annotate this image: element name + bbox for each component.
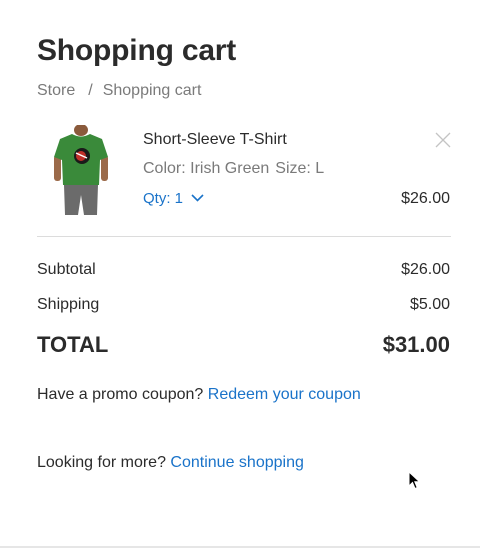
subtotal-label: Subtotal	[37, 261, 96, 278]
redeem-coupon-link[interactable]: Redeem your coupon	[208, 386, 361, 403]
quantity-dropdown[interactable]: Qty: 1	[143, 189, 204, 209]
continue-prompt: Looking for more?	[37, 454, 166, 471]
item-price: $26.00	[401, 190, 450, 207]
total-value: $31.00	[382, 332, 450, 357]
item-name[interactable]: Short-Sleeve T-Shirt	[143, 130, 287, 150]
subtotal-value: $26.00	[401, 261, 450, 278]
item-size: Size: L	[275, 160, 325, 177]
page-title: Shopping cart	[37, 34, 237, 67]
promo-prompt: Have a promo coupon?	[37, 386, 204, 403]
quantity-label: Qty: 1	[143, 190, 184, 207]
promo-line: Have a promo coupon? Redeem your coupon	[37, 385, 361, 405]
continue-shopping-link[interactable]: Continue shopping	[170, 454, 303, 471]
shopping-cart-page: Shopping cart Store / Shopping cart Short-…	[0, 0, 480, 548]
breadcrumb-separator: /	[88, 82, 93, 99]
product-image[interactable]	[52, 124, 110, 215]
mouse-pointer-icon	[408, 471, 421, 490]
total-label: TOTAL	[37, 332, 109, 357]
shipping-label: Shipping	[37, 296, 100, 313]
breadcrumb-store-link[interactable]: Store	[37, 82, 75, 99]
item-options: Color: Irish Green Size: L	[143, 159, 324, 179]
divider	[37, 236, 451, 237]
item-color: Color: Irish Green	[143, 160, 270, 177]
breadcrumb: Store / Shopping cart	[37, 81, 201, 101]
green-t-shirt-icon	[54, 124, 108, 215]
shipping-value: $5.00	[409, 296, 450, 313]
chevron-down-icon	[191, 193, 204, 202]
remove-item-close-icon[interactable]	[434, 131, 452, 149]
breadcrumb-current: Shopping cart	[102, 82, 202, 99]
continue-line: Looking for more? Continue shopping	[37, 453, 304, 473]
